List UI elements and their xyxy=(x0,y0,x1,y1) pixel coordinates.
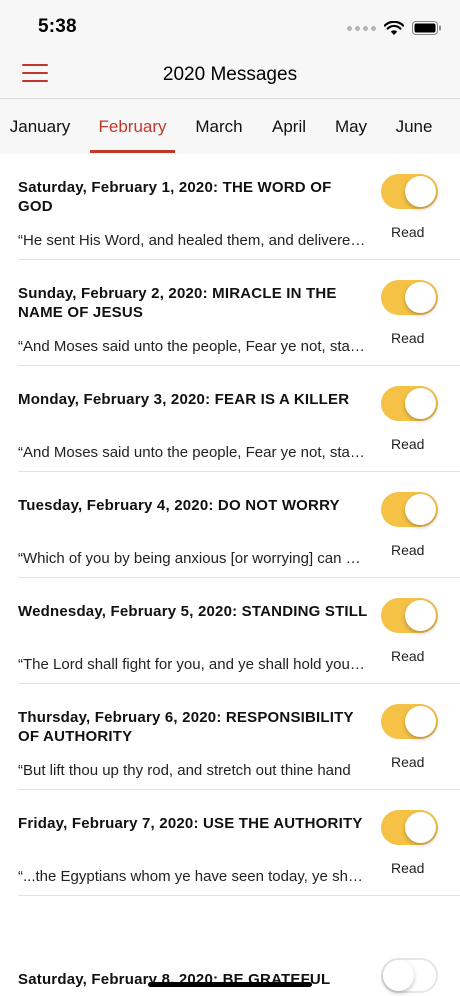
message-snippet: “...the Egyptians whom ye have seen toda… xyxy=(18,868,366,885)
read-label: Read xyxy=(391,330,425,346)
tab-june[interactable]: June xyxy=(386,99,442,155)
tab-january[interactable]: January xyxy=(0,99,80,155)
signal-icon xyxy=(347,25,376,31)
month-tabs: January February March April May June xyxy=(0,98,460,154)
message-snippet: “But lift thou up thy rod, and stretch o… xyxy=(18,762,351,779)
list-item[interactable]: Saturday, February 8, 2020: BE GRATEFUL xyxy=(0,896,460,996)
read-label: Read xyxy=(391,648,425,664)
list-item[interactable]: Sunday, February 2, 2020: MIRACLE IN THE… xyxy=(0,260,460,366)
read-toggle[interactable] xyxy=(381,174,438,209)
list-item[interactable]: Monday, February 3, 2020: FEAR IS A KILL… xyxy=(0,366,460,472)
read-label: Read xyxy=(391,542,425,558)
page-title: 2020 Messages xyxy=(162,64,298,85)
status-time: 5:38 xyxy=(38,16,77,37)
read-label: Read xyxy=(391,436,425,452)
navigation-bar: 2020 Messages xyxy=(0,50,460,98)
read-label: Read xyxy=(391,754,425,770)
read-toggle[interactable] xyxy=(381,704,438,739)
list-item[interactable]: Friday, February 7, 2020: USE THE AUTHOR… xyxy=(0,790,460,896)
message-snippet: “He sent His Word, and healed them, and … xyxy=(18,232,366,249)
tab-march[interactable]: March xyxy=(186,99,252,155)
home-indicator xyxy=(148,982,312,987)
read-toggle[interactable] xyxy=(381,958,438,993)
message-title: Friday, February 7, 2020: USE THE AUTHOR… xyxy=(18,815,363,832)
message-snippet: “The Lord shall fight for you, and ye sh… xyxy=(18,656,366,673)
list-item[interactable]: Tuesday, February 4, 2020: DO NOT WORRY … xyxy=(0,472,460,578)
tab-april[interactable]: April xyxy=(262,99,316,155)
active-tab-indicator xyxy=(90,150,175,153)
message-title: Sunday, February 2, 2020: MIRACLE IN THE… xyxy=(18,285,337,321)
status-bar: 5:38 xyxy=(0,0,460,50)
read-toggle[interactable] xyxy=(381,810,438,845)
message-title: Saturday, February 1, 2020: THE WORD OF … xyxy=(18,179,332,215)
list-item[interactable]: Saturday, February 1, 2020: THE WORD OF … xyxy=(0,154,460,260)
list-item[interactable]: Wednesday, February 5, 2020: STANDING ST… xyxy=(0,578,460,684)
read-toggle[interactable] xyxy=(381,598,438,633)
message-list: Saturday, February 1, 2020: THE WORD OF … xyxy=(0,154,460,996)
read-toggle[interactable] xyxy=(381,280,438,315)
message-title: Wednesday, February 5, 2020: STANDING ST… xyxy=(18,603,368,620)
message-snippet: “And Moses said unto the people, Fear ye… xyxy=(18,444,366,461)
status-icons xyxy=(347,18,442,38)
wifi-icon xyxy=(384,20,404,35)
list-item[interactable]: Thursday, February 6, 2020: RESPONSIBILI… xyxy=(0,684,460,790)
battery-icon xyxy=(412,21,441,35)
message-title: Monday, February 3, 2020: FEAR IS A KILL… xyxy=(18,391,350,408)
tab-february[interactable]: February xyxy=(90,99,175,155)
read-label: Read xyxy=(391,224,425,240)
message-snippet: “And Moses said unto the people, Fear ye… xyxy=(18,338,366,355)
tab-may[interactable]: May xyxy=(326,99,376,155)
message-title: Thursday, February 6, 2020: RESPONSIBILI… xyxy=(18,709,354,745)
read-toggle[interactable] xyxy=(381,492,438,527)
read-label: Read xyxy=(391,860,425,876)
message-snippet: “Which of you by being anxious [or worry… xyxy=(18,550,366,567)
read-toggle[interactable] xyxy=(381,386,438,421)
message-title: Tuesday, February 4, 2020: DO NOT WORRY xyxy=(18,497,340,514)
